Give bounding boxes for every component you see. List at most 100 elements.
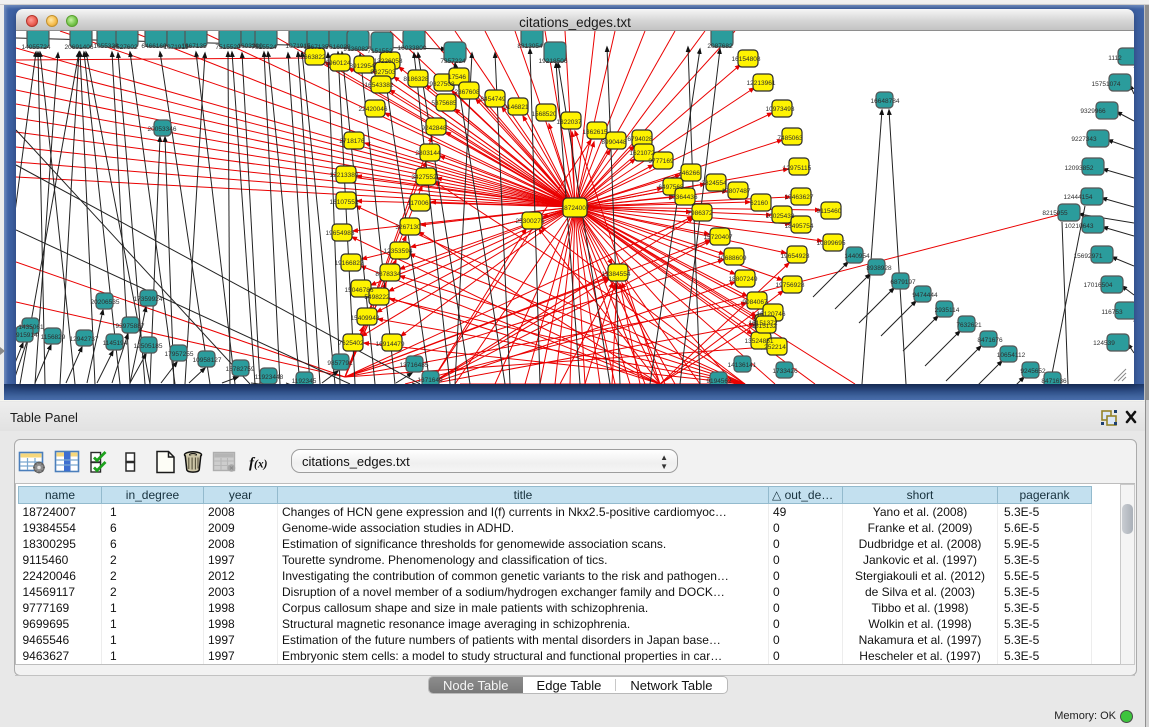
svg-text:1621072: 1621072	[629, 150, 655, 157]
svg-text:1615132: 1615132	[751, 323, 777, 330]
svg-text:19654983: 19654983	[326, 230, 355, 237]
svg-text:18495754: 18495754	[785, 223, 814, 230]
svg-text:1112: 1112	[1108, 55, 1122, 62]
svg-text:746266: 746266	[678, 170, 700, 177]
svg-text:f(x): f(x)	[249, 456, 268, 472]
svg-text:9327503: 9327503	[370, 69, 396, 76]
svg-text:1362615: 1362615	[582, 129, 608, 136]
svg-text:10958127: 10958127	[193, 357, 222, 364]
svg-text:1667135: 1667135	[181, 43, 207, 50]
svg-text:15751074: 15751074	[1092, 81, 1121, 88]
svg-text:10807487: 10807487	[722, 188, 751, 195]
svg-text:12444154: 12444154	[1064, 194, 1093, 201]
svg-text:10973493: 10973493	[766, 106, 795, 113]
svg-text:8878334: 8878334	[375, 271, 401, 278]
svg-text:18807249: 18807249	[729, 276, 758, 283]
svg-text:18724007: 18724007	[561, 205, 590, 212]
svg-text:17546: 17546	[448, 74, 466, 81]
svg-text:9146821: 9146821	[503, 104, 529, 111]
svg-text:19384554: 19384554	[602, 271, 631, 278]
svg-text:19463627: 19463627	[785, 194, 814, 201]
svg-text:8215955: 8215955	[1042, 210, 1068, 217]
svg-text:2935114: 2935114	[935, 307, 960, 314]
svg-text:19654923: 19654923	[781, 253, 810, 260]
svg-text:15692971: 15692971	[1074, 253, 1103, 260]
svg-text:7515524: 7515524	[251, 44, 277, 51]
svg-text:16914479: 16914479	[376, 341, 405, 348]
svg-text:117006: 117006	[407, 200, 429, 207]
svg-text:5375685: 5375685	[431, 100, 457, 107]
svg-text:6879197: 6879197	[890, 279, 916, 286]
svg-text:7625402: 7625402	[338, 340, 364, 347]
svg-text:1371649: 1371649	[417, 377, 443, 384]
svg-text:9227343: 9227343	[1071, 136, 1097, 143]
svg-text:3427552: 3427552	[411, 174, 437, 181]
svg-text:1322037: 1322037	[556, 119, 582, 126]
svg-text:12213389: 12213389	[330, 172, 359, 179]
svg-text:9777169: 9777169	[648, 158, 674, 165]
svg-text:16154808: 16154808	[732, 56, 761, 63]
svg-text:14055724: 14055724	[22, 44, 51, 51]
svg-text:20053346: 20053346	[148, 126, 177, 133]
svg-text:11923448: 11923448	[255, 374, 284, 381]
svg-text:10025438: 10025438	[766, 213, 795, 220]
svg-text:2718176: 2718176	[339, 138, 365, 145]
svg-text:16107552: 16107552	[330, 199, 359, 206]
svg-text:252214: 252214	[764, 344, 786, 351]
svg-text:10899695: 10899695	[817, 240, 846, 247]
svg-text:9329966: 9329966	[1080, 108, 1106, 115]
svg-text:8186328: 8186328	[403, 76, 429, 83]
svg-text:8471636: 8471636	[1041, 378, 1067, 384]
svg-text:7986372: 7986372	[687, 210, 713, 217]
svg-text:1733426: 1733426	[772, 368, 798, 375]
svg-text:9857791: 9857791	[327, 360, 353, 367]
svg-text:22420046: 22420046	[359, 106, 388, 113]
svg-text:3824554: 3824554	[701, 180, 727, 187]
svg-text:12213961: 12213961	[747, 80, 776, 87]
svg-text:20691406: 20691406	[65, 44, 94, 51]
svg-text:15046786: 15046786	[345, 287, 374, 294]
svg-text:14136141: 14136141	[728, 362, 757, 369]
svg-text:1156829: 1156829	[41, 334, 66, 341]
svg-text:17359924: 17359924	[134, 296, 163, 303]
svg-text:5498222: 5498222	[364, 294, 390, 301]
svg-text:62160: 62160	[750, 200, 768, 207]
svg-text:15409948: 15409948	[351, 315, 380, 322]
svg-text:8938928: 8938928	[866, 265, 892, 272]
svg-text:9242848: 9242848	[421, 125, 447, 132]
svg-text:20364436: 20364436	[669, 194, 698, 201]
svg-text:16782759: 16782759	[226, 366, 255, 373]
svg-text:13226058: 13226058	[374, 58, 403, 65]
svg-text:7632621: 7632621	[956, 322, 982, 329]
svg-text:1435061: 1435061	[18, 324, 44, 331]
svg-text:10654112: 10654112	[997, 352, 1026, 359]
svg-text:12975115: 12975115	[783, 165, 812, 172]
svg-text:25300275: 25300275	[516, 218, 545, 225]
svg-text:1192345: 1192345	[292, 378, 317, 384]
svg-text:7485063: 7485063	[777, 135, 803, 142]
svg-text:16543382: 16543382	[365, 82, 394, 89]
svg-text:1527602: 1527602	[112, 44, 138, 51]
svg-text:2087682: 2087682	[707, 43, 733, 50]
svg-text:12353594: 12353594	[384, 248, 413, 255]
svg-text:17957255: 17957255	[165, 351, 194, 358]
svg-text:7663822: 7663822	[300, 54, 326, 61]
svg-text:9327508: 9327508	[429, 81, 455, 88]
svg-text:19756928: 19756928	[776, 282, 805, 289]
svg-text:9136082: 9136082	[343, 46, 369, 53]
svg-text:15720407: 15720407	[704, 234, 733, 241]
svg-text:20206535: 20206535	[91, 299, 120, 306]
svg-text:3267130: 3267130	[395, 224, 421, 231]
svg-text:12942737: 12942737	[70, 336, 99, 343]
svg-text:8960124: 8960124	[325, 60, 351, 67]
svg-text:19166822: 19166822	[335, 260, 364, 267]
svg-text:9245652: 9245652	[1020, 368, 1046, 375]
svg-text:2367608: 2367608	[454, 89, 480, 96]
svg-text:12093852: 12093852	[1065, 165, 1094, 172]
svg-text:3915914: 3915914	[16, 332, 38, 339]
svg-text:19218506: 19218506	[539, 58, 568, 65]
svg-text:8454749: 8454749	[480, 96, 506, 103]
svg-text:1145194: 1145194	[103, 340, 128, 347]
svg-text:2803144: 2803144	[415, 150, 441, 157]
svg-text:16033809: 16033809	[398, 45, 427, 52]
